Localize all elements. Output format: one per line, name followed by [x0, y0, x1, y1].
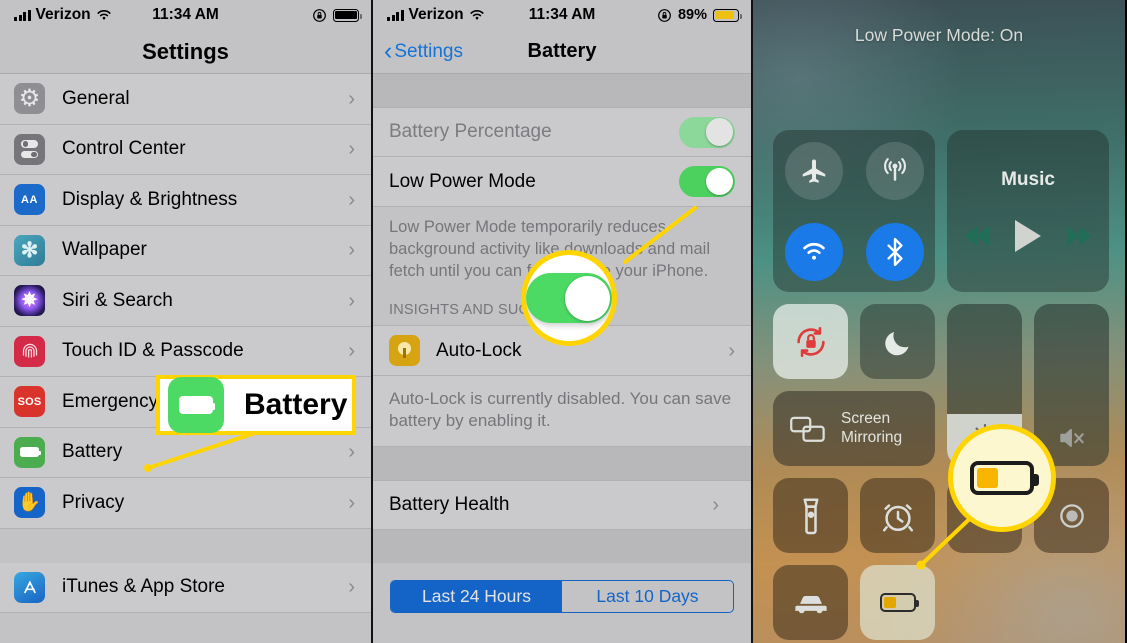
screenshot-stage: Verizon 11:34 AM Settings ⚙ General › Co… [0, 0, 1127, 643]
callout-leader-line-battery [144, 430, 260, 472]
battery-app-icon [168, 377, 224, 433]
callout-cc-low-power [948, 424, 1056, 532]
low-power-mode-icon-zoomed [970, 461, 1039, 495]
low-power-mode-switch-zoomed[interactable] [526, 273, 612, 323]
callout-battery-label: Battery [244, 388, 348, 421]
callout-battery-menu: Battery [156, 375, 356, 435]
settings-panel: Verizon 11:34 AM Settings ⚙ General › Co… [0, 0, 371, 643]
battery-settings-panel: Verizon 11:34 AM 89% ‹ Settings Battery … [371, 0, 751, 643]
callout-leader-line-cc-battery [916, 506, 983, 570]
control-center-panel: Low Power Mode: On Music Screen Mirrorin… [751, 0, 1125, 643]
callout-low-power-switch [521, 250, 617, 346]
